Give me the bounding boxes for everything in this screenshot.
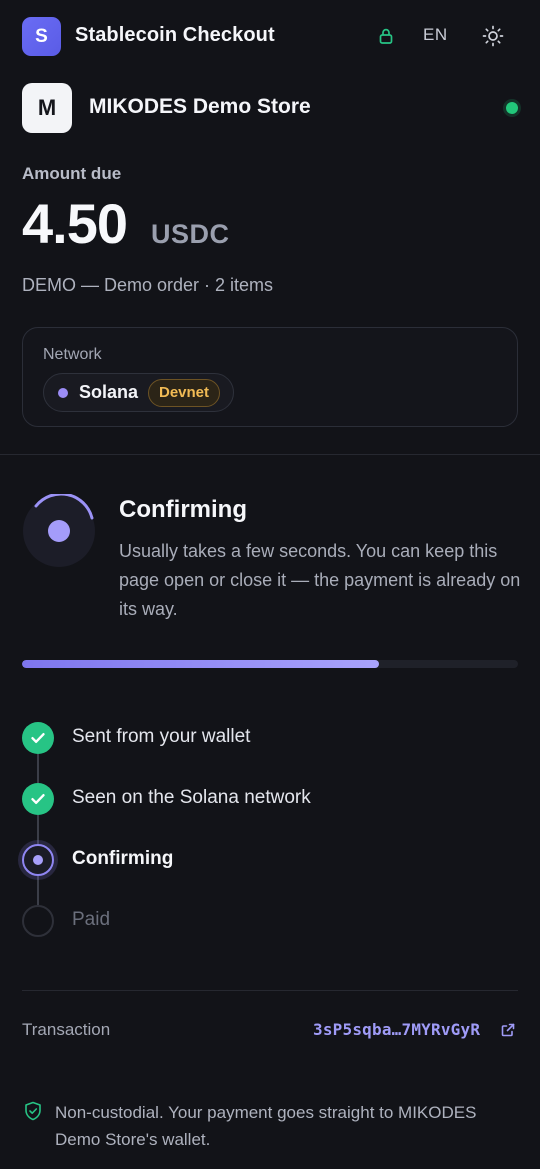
step-item: Confirming (22, 844, 518, 876)
transaction-label: Transaction (22, 1020, 111, 1039)
steps-list: Sent from your wallet Seen on the Solana … (22, 722, 518, 954)
devnet-badge: Devnet (148, 379, 221, 407)
network-name: Solana (79, 382, 139, 402)
non-custodial-note: Non-custodial. Your payment goes straigh… (55, 1103, 477, 1149)
sun-icon[interactable] (481, 24, 505, 48)
check-icon (22, 722, 54, 754)
language-selector[interactable]: EN (423, 25, 448, 45)
network-card: Network Solana Devnet (22, 327, 518, 427)
merchant-name: MIKODES Demo Store (89, 95, 311, 118)
transaction-hash-link[interactable]: 3sP5sqba…7MYRvGyR (313, 1020, 480, 1039)
pending-step-icon (22, 905, 54, 937)
step-connector (37, 876, 39, 905)
check-icon (22, 783, 54, 815)
network-pill: Solana Devnet (43, 373, 234, 412)
app-logo: S (22, 17, 61, 56)
step-label: Sent from your wallet (72, 726, 251, 747)
progress-bar (22, 660, 518, 668)
order-description: DEMO — Demo order · 2 items (22, 275, 274, 295)
step-label: Seen on the Solana network (72, 787, 311, 808)
step-connector (37, 815, 39, 844)
network-dot (58, 388, 68, 398)
active-step-icon (22, 844, 54, 876)
section-divider (0, 454, 540, 455)
app-header: S Stablecoin Checkout EN (0, 0, 540, 72)
merchant-status-dot (506, 102, 518, 114)
progress-fill (22, 660, 380, 668)
shield-check-icon (25, 1101, 41, 1121)
network-label: Network (43, 346, 102, 363)
step-connector (37, 754, 39, 783)
section-divider (22, 990, 518, 991)
merchant-logo: M (22, 83, 72, 133)
step-label: Paid (72, 909, 111, 930)
status-description: Usually takes a few seconds. You can kee… (119, 541, 521, 619)
amount-label: Amount due (22, 164, 122, 183)
amount-value: 4.50 (22, 192, 128, 255)
amount-currency: USDC (151, 219, 230, 249)
spinner-icon (23, 494, 95, 567)
step-item: Seen on the Solana network (22, 783, 518, 815)
step-item: Sent from your wallet (22, 722, 518, 754)
checkout-page: S Stablecoin Checkout EN M MIKODES Demo … (0, 0, 540, 1169)
external-link-icon[interactable] (500, 1022, 516, 1038)
step-item: Paid (22, 905, 518, 937)
step-label: Confirming (72, 848, 174, 869)
lock-icon (379, 28, 393, 44)
app-title: Stablecoin Checkout (75, 24, 275, 46)
status-title: Confirming (119, 496, 247, 523)
